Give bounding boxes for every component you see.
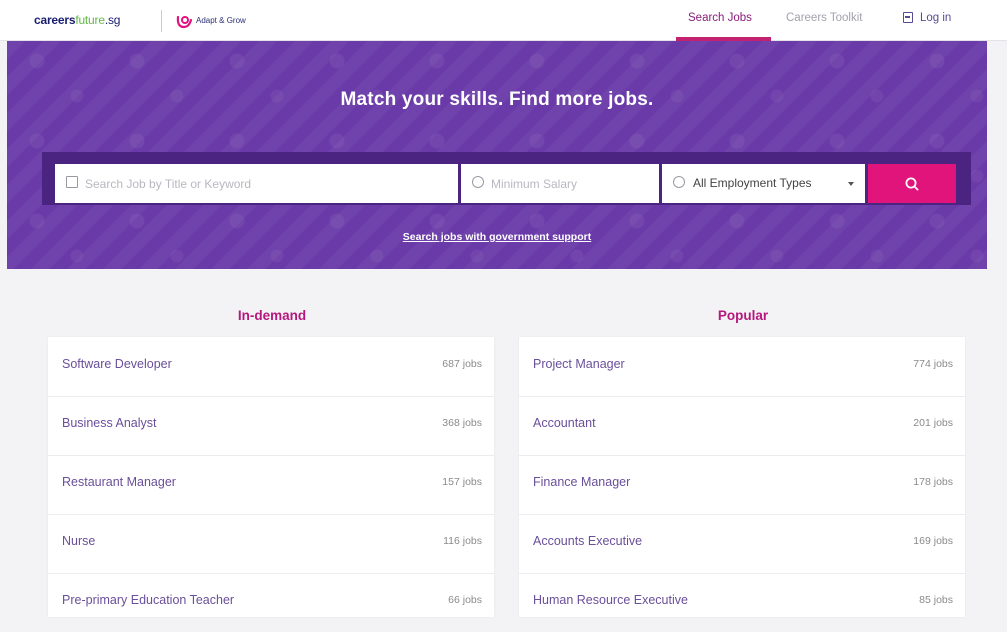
list-item[interactable]: Nurse 116 jobs bbox=[48, 514, 494, 573]
hero-banner: Match your skills. Find more jobs. All E… bbox=[7, 41, 987, 269]
dollar-icon bbox=[472, 176, 484, 188]
list-item[interactable]: Human Resource Executive 85 jobs bbox=[519, 573, 965, 632]
popular-heading: Popular bbox=[717, 308, 769, 323]
chevron-down-icon bbox=[848, 182, 854, 186]
list-item[interactable]: Project Manager 774 jobs bbox=[519, 337, 965, 396]
nav-search-jobs[interactable]: Search Jobs bbox=[688, 12, 752, 24]
government-support-link[interactable]: Search jobs with government support bbox=[7, 231, 987, 243]
top-navigation: careersfuture.sg Adapt & Grow Search Job… bbox=[0, 0, 1007, 41]
salary-field[interactable] bbox=[461, 164, 659, 203]
list-item[interactable]: Restaurant Manager 157 jobs bbox=[48, 455, 494, 514]
list-item[interactable]: Software Developer 687 jobs bbox=[48, 337, 494, 396]
job-search-bar: All Employment Types bbox=[42, 152, 971, 205]
search-icon bbox=[905, 177, 919, 191]
keyword-search-input[interactable] bbox=[85, 164, 452, 203]
in-demand-list: Software Developer 687 jobs Business Ana… bbox=[48, 337, 494, 617]
clock-icon bbox=[673, 176, 685, 188]
careersfuture-logo[interactable]: careersfuture.sg bbox=[34, 13, 120, 27]
briefcase-icon bbox=[66, 176, 78, 188]
logo-divider bbox=[161, 10, 162, 32]
popular-list: Project Manager 774 jobs Accountant 201 … bbox=[519, 337, 965, 617]
list-item[interactable]: Accounts Executive 169 jobs bbox=[519, 514, 965, 573]
search-button[interactable] bbox=[868, 164, 956, 203]
hero-title: Match your skills. Find more jobs. bbox=[340, 89, 654, 110]
employment-type-value: All Employment Types bbox=[693, 176, 812, 190]
list-item[interactable]: Pre-primary Education Teacher 66 jobs bbox=[48, 573, 494, 632]
employment-type-select[interactable]: All Employment Types bbox=[662, 164, 865, 203]
login-icon[interactable] bbox=[903, 12, 913, 23]
adapt-grow-logo-icon bbox=[176, 15, 193, 29]
list-item[interactable]: Business Analyst 368 jobs bbox=[48, 396, 494, 455]
minimum-salary-input[interactable] bbox=[491, 164, 653, 203]
keyword-field[interactable] bbox=[55, 164, 458, 203]
list-item[interactable]: Accountant 201 jobs bbox=[519, 396, 965, 455]
in-demand-heading: In-demand bbox=[237, 308, 307, 323]
nav-log-in[interactable]: Log in bbox=[920, 12, 951, 24]
nav-careers-toolkit[interactable]: Careers Toolkit bbox=[786, 12, 863, 24]
list-item[interactable]: Finance Manager 178 jobs bbox=[519, 455, 965, 514]
